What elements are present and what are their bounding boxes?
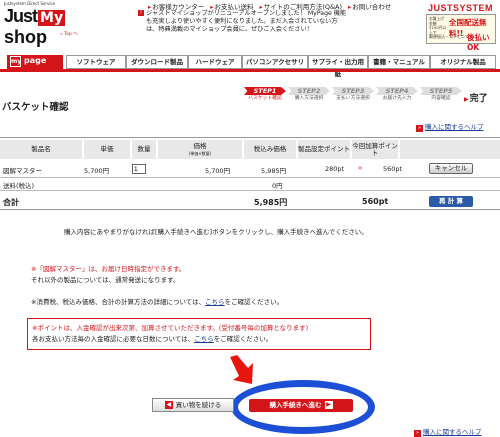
cancel-button[interactable]: キャンセル — [429, 163, 473, 174]
recalculate-button[interactable]: 再 計 算 — [429, 196, 473, 207]
shipping-label: 送料(税込) — [3, 182, 35, 190]
quantity-input[interactable] — [132, 164, 146, 174]
tax-details-link[interactable]: こちら — [205, 298, 225, 306]
tab-supply[interactable]: サプライ・出力用紙 — [308, 55, 368, 78]
back-arrow-icon: ◀ — [164, 401, 173, 409]
total-divider — [0, 209, 500, 210]
tab-original[interactable]: オリジナル製品 — [430, 55, 496, 69]
nav-underline — [0, 69, 500, 72]
basket-table-header: 製品名 単価 数量 価格 (単価×数量) 税込み価格 製品設定ポイント 今回加算… — [0, 140, 500, 159]
col-qty: 数量 — [132, 140, 156, 159]
row-product-name: 図解マスター — [3, 167, 42, 175]
progress-steps: STEP1 バスケット確認 STEP2 購入方法選択 STEP3 支払い方法選択… — [244, 87, 500, 111]
total-points: 560pt — [362, 197, 389, 206]
mypage-label: page — [24, 56, 47, 65]
continue-shopping-button[interactable]: ◀ 買い物を続ける — [152, 398, 234, 412]
payment-days-notice: 各お支払い方法毎の入金確認に必要な日数については、こちらをご確認ください。 — [32, 334, 366, 345]
notes: ※「図解マスター」は、お届け日時指定ができます。 それ以外の製品については、通常… — [31, 264, 283, 308]
step-3-label: 支払い方法選択 — [336, 96, 370, 101]
row-tax-price: 5,985円 — [261, 167, 287, 175]
page-title: バスケット確認 — [2, 102, 69, 113]
logo-just: Just — [4, 6, 38, 26]
justmyshop-logo[interactable]: Just Myshop — [4, 6, 92, 47]
col-price: 価格 (単価×数量) — [158, 140, 242, 159]
tab-download[interactable]: ダウンロード製品 — [126, 55, 188, 69]
step-2: STEP2 購入方法選択 — [288, 87, 330, 111]
points-notice: ※ポイントは、入金確認が出来次第、加算させていただきます。(受付番号毎の加算とな… — [32, 324, 309, 332]
step-4-label: お届け先入力 — [382, 96, 412, 101]
step-4-num: STEP4 — [376, 87, 418, 95]
col-actions — [400, 140, 500, 159]
step-1: STEP1 バスケット確認 — [244, 87, 286, 111]
note-normal-shipping: それ以外の製品については、通常発送になります。 — [31, 276, 180, 284]
step-5: STEP5 内容確認 — [420, 87, 462, 111]
table-top-divider — [0, 137, 500, 138]
purchase-help-link-bottom[interactable]: 購入に関するヘルプ — [414, 426, 482, 437]
payment-days-pre: 各お支払い方法毎の入金確認に必要な日数については、 — [32, 335, 195, 343]
pay-methods: 郵便振込・コンビニで — [429, 34, 469, 39]
top-link[interactable]: « Top へ — [60, 31, 78, 37]
justsystem-brand[interactable]: JUSTSYSTEM — [428, 3, 493, 13]
link-contact[interactable]: お問い合わせ — [348, 1, 391, 11]
arrow-icon: » — [358, 164, 363, 172]
logo-my: My — [38, 10, 66, 26]
mypage-button[interactable]: my page — [7, 55, 63, 69]
tab-software[interactable]: ソフトウェア — [66, 55, 126, 69]
note-tax-post: をご確認ください。 — [224, 298, 284, 306]
free-shipping-banner[interactable]: お買上げ金額 3150円以上で 全国配送無料!! 郵便振込・コンビニで 後払いO… — [426, 14, 496, 52]
mypage-icon: my — [10, 56, 22, 67]
proceed-to-checkout-button[interactable]: 購入手続きへ進む ▶ — [249, 399, 353, 412]
pay-later-headline: 後払いOK — [467, 33, 490, 52]
note-date-spec: ※「図解マスター」は、お届け日時指定ができます。 — [31, 265, 186, 273]
col-product: 製品名 — [0, 140, 82, 159]
row-added-points: 560pt — [383, 165, 403, 173]
note-tax: ※消費税、税込み価格、合計の計算方法の詳細については、こちらをご確認ください。 — [31, 297, 283, 308]
step-3-num: STEP3 — [332, 87, 374, 95]
tab-hardware[interactable]: ハードウェア — [188, 55, 242, 69]
continue-shopping-label: 買い物を続ける — [175, 401, 222, 409]
row-unit-price: 5,700円 — [84, 167, 110, 175]
payment-days-link[interactable]: こちら — [194, 335, 214, 343]
step-complete: 完了 — [464, 91, 488, 104]
step-2-label: 購入方法選択 — [294, 96, 324, 101]
shipping-value: 0円 — [272, 182, 283, 190]
row-price: 5,700円 — [205, 167, 231, 175]
col-price-label: 価格 — [193, 141, 207, 150]
tab-pc-accessory[interactable]: パソコンアクセサリ — [242, 55, 308, 69]
tab-books[interactable]: 書籍・マニュアル — [368, 55, 430, 69]
note-tax-pre: ※消費税、税込み価格、合計の計算方法の詳細については、 — [31, 298, 206, 306]
col-price-sub: (単価×数量) — [188, 150, 212, 156]
total-label: 合計 — [3, 198, 19, 207]
col-added-points: 今回加算ポイント — [352, 140, 398, 159]
main-nav: my page ソフトウェア ダウンロード製品 ハードウェア パソコンアクセサリ… — [0, 55, 500, 78]
payment-days-post: をご確認ください。 — [213, 335, 273, 343]
step-2-num: STEP2 — [288, 87, 330, 95]
step-5-num: STEP5 — [420, 87, 462, 95]
step-5-label: 内容確認 — [431, 96, 451, 101]
proceed-label: 購入手続きへ進む — [269, 401, 322, 409]
logo-shop: shop — [4, 27, 47, 47]
red-arrow-annotation — [230, 355, 253, 384]
step-1-label: バスケット確認 — [248, 96, 282, 101]
row-product-points: 280pt — [325, 165, 345, 173]
points-notice-box: ※ポイントは、入金確認が出来次第、加算させていただきます。(受付番号毎の加算とな… — [27, 318, 371, 350]
purchase-help-link[interactable]: 購入に関するヘルプ — [416, 121, 484, 132]
step-4: STEP4 お届け先入力 — [376, 87, 418, 111]
announcement-text: ジャストマイショップがリニューアルオープンしました！ MyPage 機能も充実し… — [138, 10, 348, 35]
forward-arrow-icon: ▶ — [324, 401, 333, 409]
total-price: 5,985円 — [254, 198, 288, 207]
row-divider — [0, 177, 500, 178]
col-product-points: 製品設定ポイント — [298, 140, 350, 159]
col-tax-price: 税込み価格 — [244, 140, 296, 159]
free-ship-condition: お買上げ金額 3150円以上で — [429, 16, 447, 35]
col-unit-price: 単価 — [84, 140, 130, 159]
instruction-text: 購入内容にあやまりがなければ[購入手続きへ進む]ボタンをクリックし、購入手続きへ… — [64, 228, 368, 236]
step-3: STEP3 支払い方法選択 — [332, 87, 374, 111]
shipping-divider — [0, 190, 500, 191]
step-1-num: STEP1 — [244, 87, 286, 95]
